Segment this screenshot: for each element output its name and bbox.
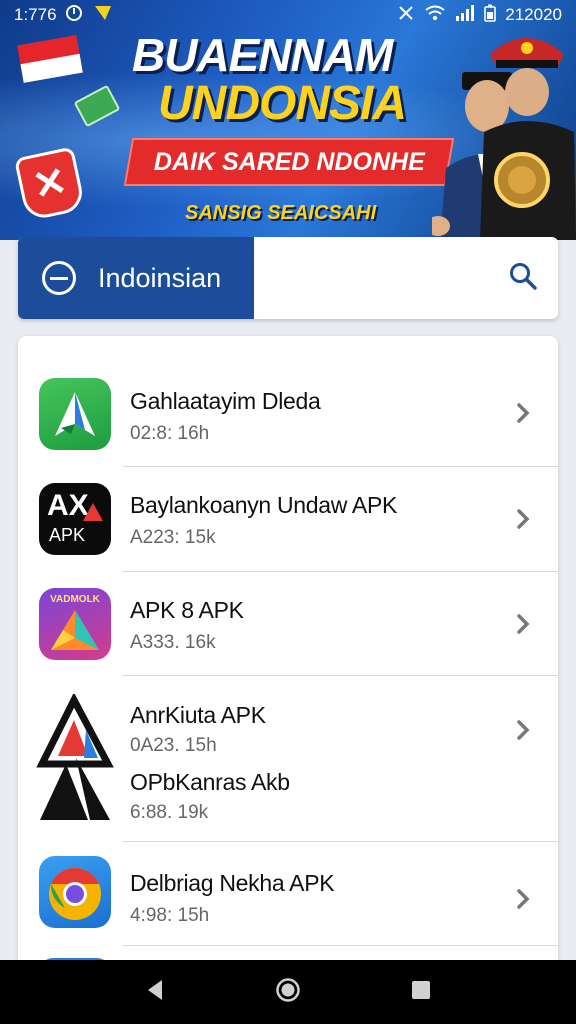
status-time: 1:776	[14, 5, 57, 24]
banner-title-line1: BUAENNAM	[132, 29, 393, 81]
system-nav-bar	[0, 960, 576, 1024]
back-icon[interactable]	[144, 978, 166, 1007]
promo-banner[interactable]: 1:776 212020 ✕ BUAENNAM UNDONSIA DAIK SA…	[0, 0, 576, 240]
app-notification-icon	[91, 4, 115, 27]
stacked-a-app-icon	[36, 694, 114, 822]
recents-icon[interactable]	[410, 979, 432, 1006]
status-bar: 1:776 212020	[0, 0, 576, 30]
app-name: APK 8 APK	[130, 597, 244, 623]
app-name: Delbriag Nekha APK	[130, 870, 335, 896]
list-item[interactable]: AnrKiuta APK 0A23. 15h OPbKanras Akb 6:8…	[18, 676, 558, 842]
app-list: Gahlaatayim Dleda 02:8: 16h AX APK Bayla…	[18, 336, 558, 976]
app-meta: 0A23. 15h	[130, 735, 217, 756]
chevron-right-icon	[516, 719, 530, 746]
app-name: AnrKiuta APK	[130, 702, 266, 728]
list-item[interactable]: Gahlaatayim Dleda 02:8: 16h	[18, 336, 558, 467]
search-bar[interactable]: Indoinsian	[18, 237, 558, 319]
app-name: Gahlaatayim Dleda	[130, 388, 321, 414]
banner-ribbon: DAIK SARED NDONHE	[123, 138, 455, 186]
chevron-right-icon	[516, 613, 530, 640]
list-item[interactable]: Delbriag Nekha APK 4:98: 15h	[18, 842, 558, 946]
icon-label-apk: APK	[49, 525, 86, 545]
app-meta: A333. 16k	[130, 632, 216, 653]
notification-icon	[65, 4, 83, 27]
home-icon[interactable]	[275, 977, 301, 1008]
chrome-style-app-icon	[39, 856, 111, 928]
app-meta: 02:8: 16h	[130, 423, 210, 444]
app-meta-secondary: 6:88. 19k	[130, 802, 209, 823]
mute-icon	[397, 4, 415, 27]
app-name-secondary: OPbKanras Akb	[130, 769, 290, 795]
chevron-right-icon	[516, 508, 530, 535]
status-right-text: 212020	[505, 5, 562, 24]
signal-icon	[455, 4, 475, 27]
battery-icon	[484, 4, 497, 27]
banner-ribbon-text: DAIK SARED NDONHE	[153, 147, 425, 176]
banner-subline: SANSIG SEAICSAHI	[185, 202, 377, 224]
list-item[interactable]: AX APK Baylankoanyn Undaw APK A223: 15k	[18, 467, 558, 572]
search-input[interactable]	[254, 237, 558, 319]
search-category-label: Indoinsian	[98, 262, 222, 293]
wifi-icon	[424, 4, 446, 27]
app-name: Baylankoanyn Undaw APK	[130, 492, 398, 518]
category-chip[interactable]: Indoinsian	[18, 237, 254, 319]
app-meta: 4:98: 15h	[130, 905, 210, 926]
triangle-apk-app-icon: VADMOLK	[39, 588, 111, 660]
list-item[interactable]: VADMOLK APK 8 APK A333. 16k	[18, 572, 558, 676]
banner-title-line2: UNDONSIA	[158, 77, 407, 130]
search-icon[interactable]	[508, 261, 538, 296]
category-icon	[42, 261, 76, 295]
green-arrow-app-icon	[39, 378, 111, 450]
app-meta: A223: 15k	[130, 527, 216, 548]
chevron-right-icon	[516, 402, 530, 429]
officer-illustration	[480, 38, 576, 240]
ax-apk-app-icon: AX APK	[39, 483, 111, 555]
chevron-right-icon	[516, 888, 530, 915]
